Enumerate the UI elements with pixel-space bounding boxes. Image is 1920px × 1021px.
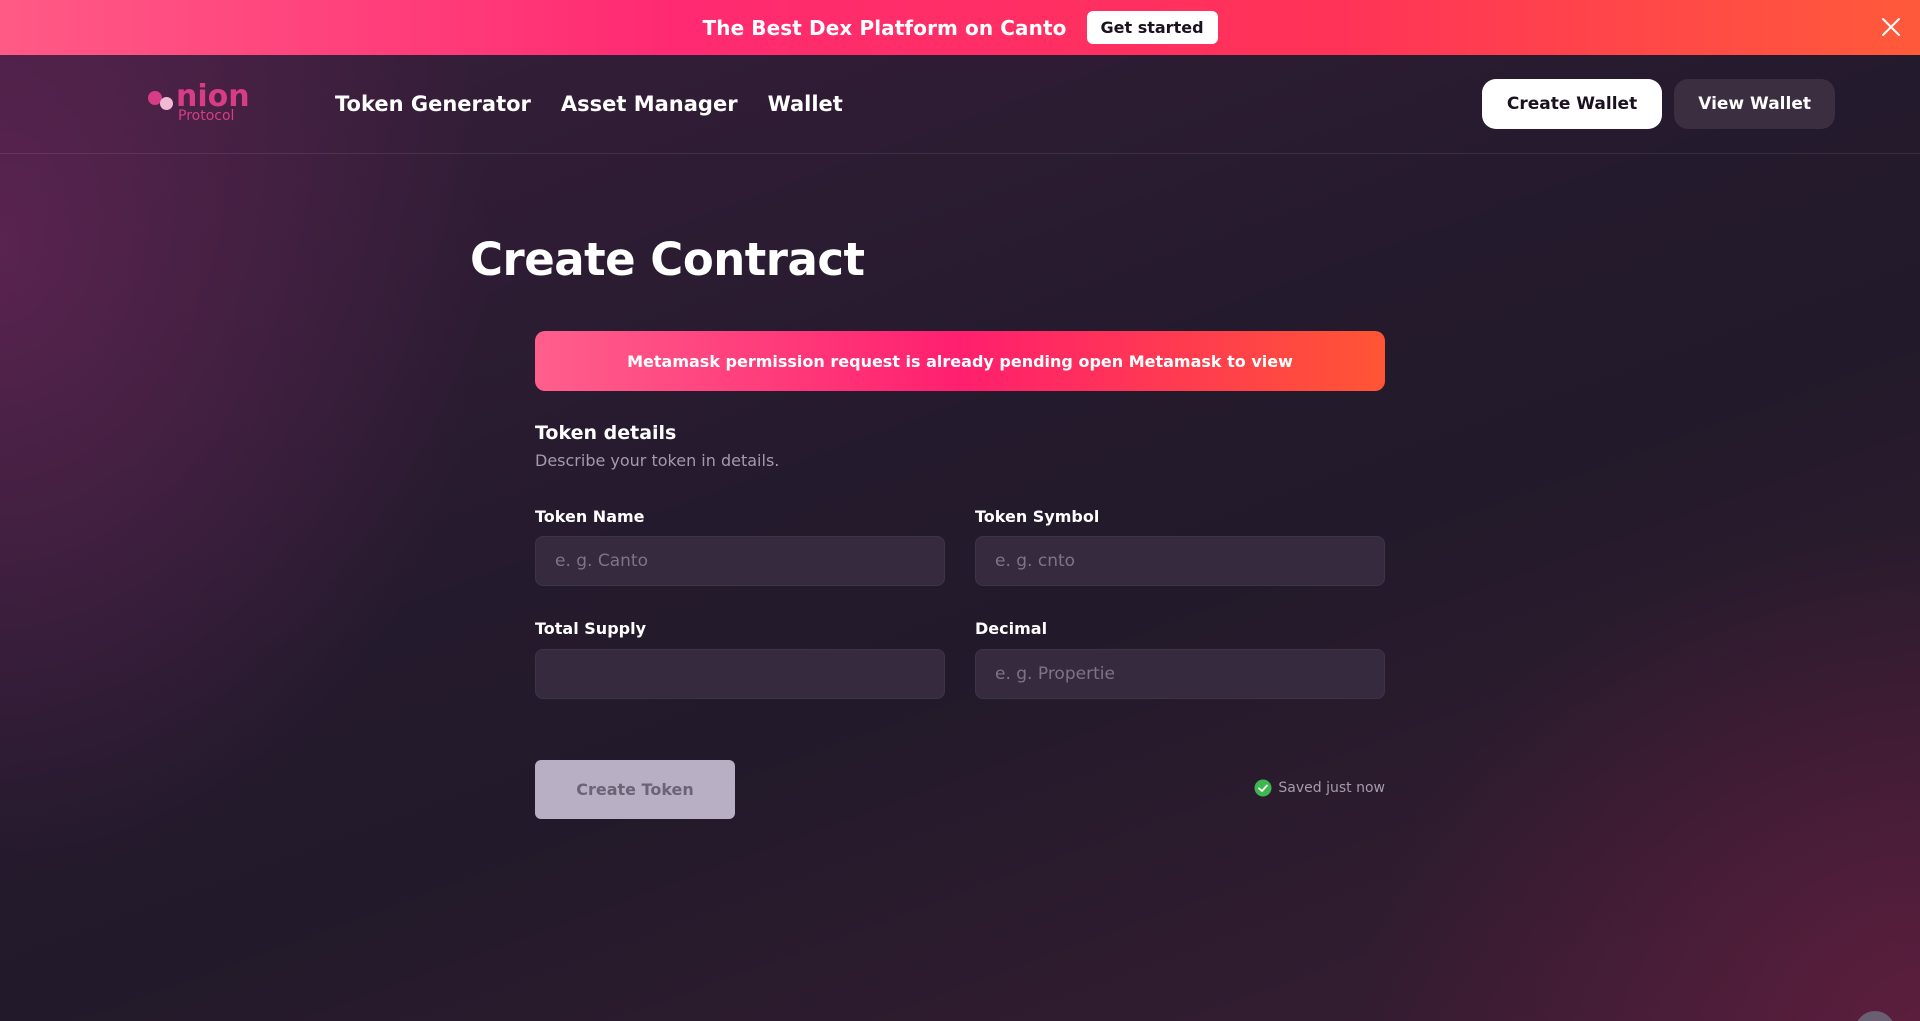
onion-protocol-logo[interactable]: nion Protocol — [146, 79, 256, 129]
saved-status-text: Saved just now — [1278, 780, 1385, 796]
metamask-alert: Metamask permission request is already p… — [535, 331, 1385, 391]
nav-link-asset-manager[interactable]: Asset Manager — [561, 92, 738, 116]
decimal-label: Decimal — [975, 619, 1048, 638]
get-started-button[interactable]: Get started — [1086, 11, 1218, 44]
section-subtitle: Describe your token in details. — [535, 451, 780, 470]
check-circle-icon — [1254, 779, 1272, 797]
token-symbol-input[interactable] — [975, 536, 1385, 586]
decimal-input[interactable] — [975, 649, 1385, 699]
page-title: Create Contract — [470, 233, 865, 286]
token-symbol-label: Token Symbol — [975, 507, 1100, 526]
close-icon[interactable] — [1878, 14, 1904, 40]
nav-link-token-generator[interactable]: Token Generator — [335, 92, 531, 116]
banner-text: The Best Dex Platform on Canto — [702, 15, 1067, 40]
announcement-banner: The Best Dex Platform on Canto Get start… — [0, 0, 1920, 55]
token-name-label: Token Name — [535, 507, 645, 526]
token-name-input[interactable] — [535, 536, 945, 586]
nav-link-wallet[interactable]: Wallet — [768, 92, 843, 116]
logo-dot-light-icon — [160, 97, 173, 110]
view-wallet-button[interactable]: View Wallet — [1674, 79, 1835, 129]
nav-actions: Create Wallet View Wallet — [1481, 79, 1835, 129]
nav-links: Token Generator Asset Manager Wallet — [335, 92, 843, 116]
create-token-button[interactable]: Create Token — [535, 760, 735, 819]
saved-status: Saved just now — [1254, 779, 1385, 797]
navbar: nion Protocol Token Generator Asset Mana… — [0, 55, 1920, 154]
total-supply-input[interactable] — [535, 649, 945, 699]
section-title: Token details — [535, 422, 677, 444]
logo-sub: Protocol — [178, 108, 235, 124]
total-supply-label: Total Supply — [535, 619, 647, 638]
create-wallet-button[interactable]: Create Wallet — [1481, 79, 1663, 129]
